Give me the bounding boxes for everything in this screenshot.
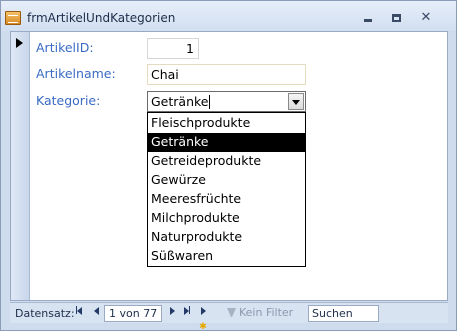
artikelname-field[interactable]: Chai: [147, 64, 306, 85]
new-record-button[interactable]: ✱: [197, 306, 209, 331]
last-record-button[interactable]: [181, 306, 193, 320]
last-record-icon: [184, 306, 190, 318]
form-window: frmArtikelUndKategorien ✕ ArtikelID: 1 A…: [0, 0, 457, 331]
kategorie-option[interactable]: Süßwaren: [148, 247, 305, 266]
filter-icon: [227, 308, 236, 317]
text-cursor: [209, 95, 210, 109]
minimize-icon: [364, 19, 372, 22]
kategorie-label: Kategorie:: [36, 93, 101, 108]
search-input[interactable]: Suchen: [308, 305, 379, 322]
current-record-icon: [16, 38, 23, 48]
kategorie-option[interactable]: Milchprodukte: [148, 209, 305, 228]
close-button[interactable]: ✕: [413, 9, 439, 27]
record-navigation-label: Datensatz:: [15, 307, 75, 320]
app-form-icon: [5, 11, 21, 25]
kategorie-combobox[interactable]: Getränke: [147, 91, 306, 112]
form-detail-area: ArtikelID: 1 Artikelname: Chai Kategorie…: [10, 31, 448, 301]
artikelid-field[interactable]: 1: [147, 38, 199, 59]
first-record-icon: [76, 306, 82, 318]
next-record-button[interactable]: [166, 306, 178, 320]
current-record-field[interactable]: 1 von 77: [104, 305, 162, 322]
dropdown-arrow-icon: [292, 100, 300, 105]
close-icon: ✕: [420, 10, 432, 25]
kategorie-value: Getränke: [151, 94, 209, 109]
kategorie-dropdown-button[interactable]: [288, 93, 304, 110]
kategorie-option[interactable]: Meeresfrüchte: [148, 190, 305, 209]
kategorie-option[interactable]: Gewürze: [148, 171, 305, 190]
new-record-icon: ✱: [199, 307, 207, 331]
kategorie-option[interactable]: Naturprodukte: [148, 228, 305, 247]
window-title: frmArtikelUndKategorien: [27, 11, 176, 25]
maximize-button[interactable]: [383, 9, 409, 27]
artikelname-label: Artikelname:: [36, 66, 116, 81]
title-bar[interactable]: frmArtikelUndKategorien ✕: [1, 1, 456, 31]
record-navigation-bar: Datensatz: 1 von 77 ✱ Kein Filter Suchen: [10, 302, 448, 331]
filter-label: Kein Filter: [239, 306, 294, 319]
maximize-icon: [391, 14, 401, 22]
record-selector[interactable]: [11, 32, 30, 300]
previous-record-icon: [93, 307, 99, 315]
kategorie-dropdown-list[interactable]: Fleischprodukte Getränke Getreideprodukt…: [147, 112, 306, 267]
artikelid-label: ArtikelID:: [36, 40, 94, 55]
minimize-button[interactable]: [355, 9, 381, 27]
next-record-icon: [169, 307, 175, 315]
kategorie-option[interactable]: Getreideprodukte: [148, 152, 305, 171]
filter-toggle[interactable]: Kein Filter: [225, 305, 309, 322]
kategorie-option-selected[interactable]: Getränke: [148, 133, 305, 152]
first-record-button[interactable]: [73, 306, 85, 320]
kategorie-option[interactable]: Fleischprodukte: [148, 114, 305, 133]
previous-record-button[interactable]: [90, 306, 102, 320]
